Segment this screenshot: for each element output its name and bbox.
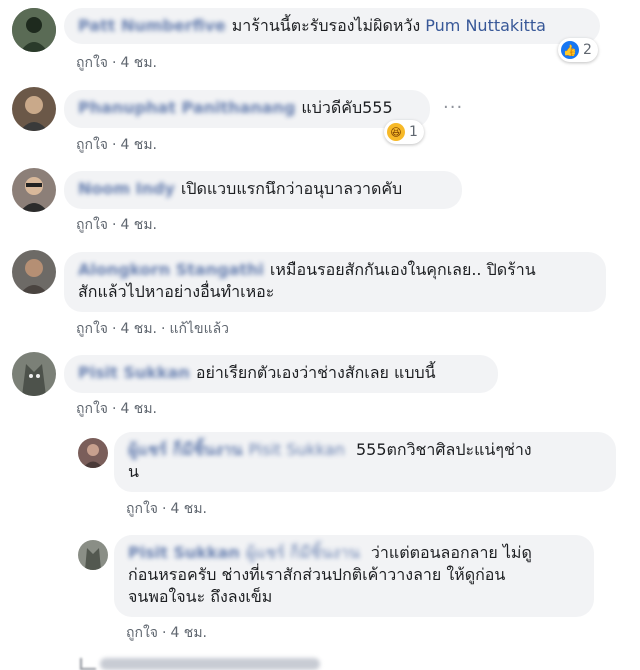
edited-label[interactable]: แก้ไขแล้ว bbox=[169, 321, 229, 337]
commenter-name[interactable]: Noom Indy bbox=[78, 179, 175, 198]
comment-bubble: Alongkorn Stangathi เหมือนรอยสักกันเองในค… bbox=[64, 252, 606, 312]
avatar[interactable] bbox=[78, 540, 108, 570]
timestamp[interactable]: 4 ชม. bbox=[120, 217, 157, 233]
commenter-name[interactable]: Pisit Sukkan bbox=[128, 543, 240, 562]
timestamp[interactable]: 4 ชม. bbox=[120, 55, 157, 71]
comment-text: เหมือนรอยสักกันเองในคุกเลย.. ปิดร้าน bbox=[269, 260, 536, 279]
like-button[interactable]: ถูกใจ bbox=[126, 625, 158, 641]
timestamp[interactable]: 4 ชม. bbox=[120, 401, 157, 417]
timestamp[interactable]: 4 ชม. bbox=[120, 321, 157, 337]
like-button[interactable]: ถูกใจ bbox=[76, 55, 108, 71]
avatar[interactable] bbox=[12, 168, 56, 212]
comment-text: แบ่วดีคับ555 bbox=[301, 98, 393, 117]
commenter-name[interactable]: ผู้แชร์ ก็มีชิ้นงาน bbox=[128, 440, 242, 459]
reply-meta: ถูกใจ · 4 ชม. bbox=[126, 625, 207, 641]
comment-bubble: Noom Indy เปิดแวบแรกนึกว่าอนุบาลวาดคับ bbox=[64, 171, 462, 209]
comment-meta: ถูกใจ · 4 ชม. bbox=[76, 137, 157, 153]
comment-text: เปิดแวบแรกนึกว่าอนุบาลวาดคับ bbox=[180, 179, 403, 198]
like-button[interactable]: ถูกใจ bbox=[126, 501, 158, 517]
mention-link[interactable]: Pisit Sukkan bbox=[248, 440, 344, 459]
commenter-name[interactable]: Pisit Sukkan bbox=[78, 363, 190, 382]
reaction-count[interactable]: 👍 2 bbox=[558, 38, 598, 62]
avatar[interactable] bbox=[12, 352, 56, 396]
like-button[interactable]: ถูกใจ bbox=[76, 137, 108, 153]
reply-bubble: ผู้แชร์ ก็มีชิ้นงาน Pisit Sukkan 555ตกวิช… bbox=[114, 432, 616, 492]
avatar[interactable] bbox=[12, 87, 56, 131]
reply-text: 555ตกวิชาศิลปะแน่ๆช่าง bbox=[355, 440, 532, 459]
reply-arrow-icon[interactable] bbox=[80, 658, 96, 670]
commenter-name[interactable]: Phanuphat Panithanang bbox=[78, 98, 295, 117]
more-options-icon[interactable]: ··· bbox=[443, 97, 463, 118]
comment-meta: ถูกใจ · 4 ชม. bbox=[76, 55, 157, 71]
mention-link[interactable]: ผู้แชร์ ก็มีชิ้นงาน bbox=[246, 543, 360, 562]
timestamp[interactable]: 4 ชม. bbox=[120, 137, 157, 153]
avatar[interactable] bbox=[12, 250, 56, 294]
commenter-name[interactable]: Patt Numberfive bbox=[78, 16, 226, 35]
comment-bubble: Pisit Sukkan อย่าเรียกตัวเองว่าช่างสักเลย… bbox=[64, 355, 498, 393]
reaction-count[interactable]: 😆 1 bbox=[384, 120, 424, 144]
mention-link[interactable]: Pum Nuttakitta bbox=[425, 16, 546, 35]
like-button[interactable]: ถูกใจ bbox=[76, 321, 108, 337]
comment-text: อย่าเรียกตัวเองว่าช่างสักเลย แบบนี้ bbox=[195, 363, 436, 382]
reply-text: ว่าแต่ตอนลอกลาย ไม่ดู bbox=[370, 543, 532, 562]
like-icon: 👍 bbox=[561, 41, 579, 59]
like-button[interactable]: ถูกใจ bbox=[76, 401, 108, 417]
commenter-name[interactable]: Alongkorn Stangathi bbox=[78, 260, 264, 279]
timestamp[interactable]: 4 ชม. bbox=[170, 625, 207, 641]
timestamp[interactable]: 4 ชม. bbox=[170, 501, 207, 517]
like-button[interactable]: ถูกใจ bbox=[76, 217, 108, 233]
comment-text: สักแล้วไปหาอย่างอื่นทำเหอะ bbox=[78, 282, 275, 301]
comment-bubble: Patt Numberfive มาร้านนี้ตะรับรองไม่ผิดหว… bbox=[64, 8, 600, 44]
reply-bubble: Pisit Sukkan ผู้แชร์ ก็มีชิ้นงาน ว่าแต่ตอ… bbox=[114, 535, 594, 617]
avatar[interactable] bbox=[12, 8, 56, 52]
avatar[interactable] bbox=[78, 438, 108, 468]
reply-text: น bbox=[128, 462, 139, 481]
view-more-replies[interactable] bbox=[100, 658, 320, 670]
haha-icon: 😆 bbox=[387, 123, 405, 141]
comment-meta: ถูกใจ · 4 ชม. bbox=[76, 217, 157, 233]
comment-meta: ถูกใจ · 4 ชม. bbox=[76, 401, 157, 417]
comment-meta: ถูกใจ · 4 ชม. · แก้ไขแล้ว bbox=[76, 321, 230, 337]
comment-bubble: Phanuphat Panithanang แบ่วดีคับ555 bbox=[64, 90, 430, 128]
reply-meta: ถูกใจ · 4 ชม. bbox=[126, 501, 207, 517]
reply-text: ก่อนหรอครับ ช่างที่เราสักส่วนปกติเค้าวาง… bbox=[128, 565, 506, 584]
comment-text: มาร้านนี้ตะรับรองไม่ผิดหวัง bbox=[231, 16, 421, 35]
reply-text: จนพอใจนะ ถึงลงเข็ม bbox=[128, 587, 273, 606]
